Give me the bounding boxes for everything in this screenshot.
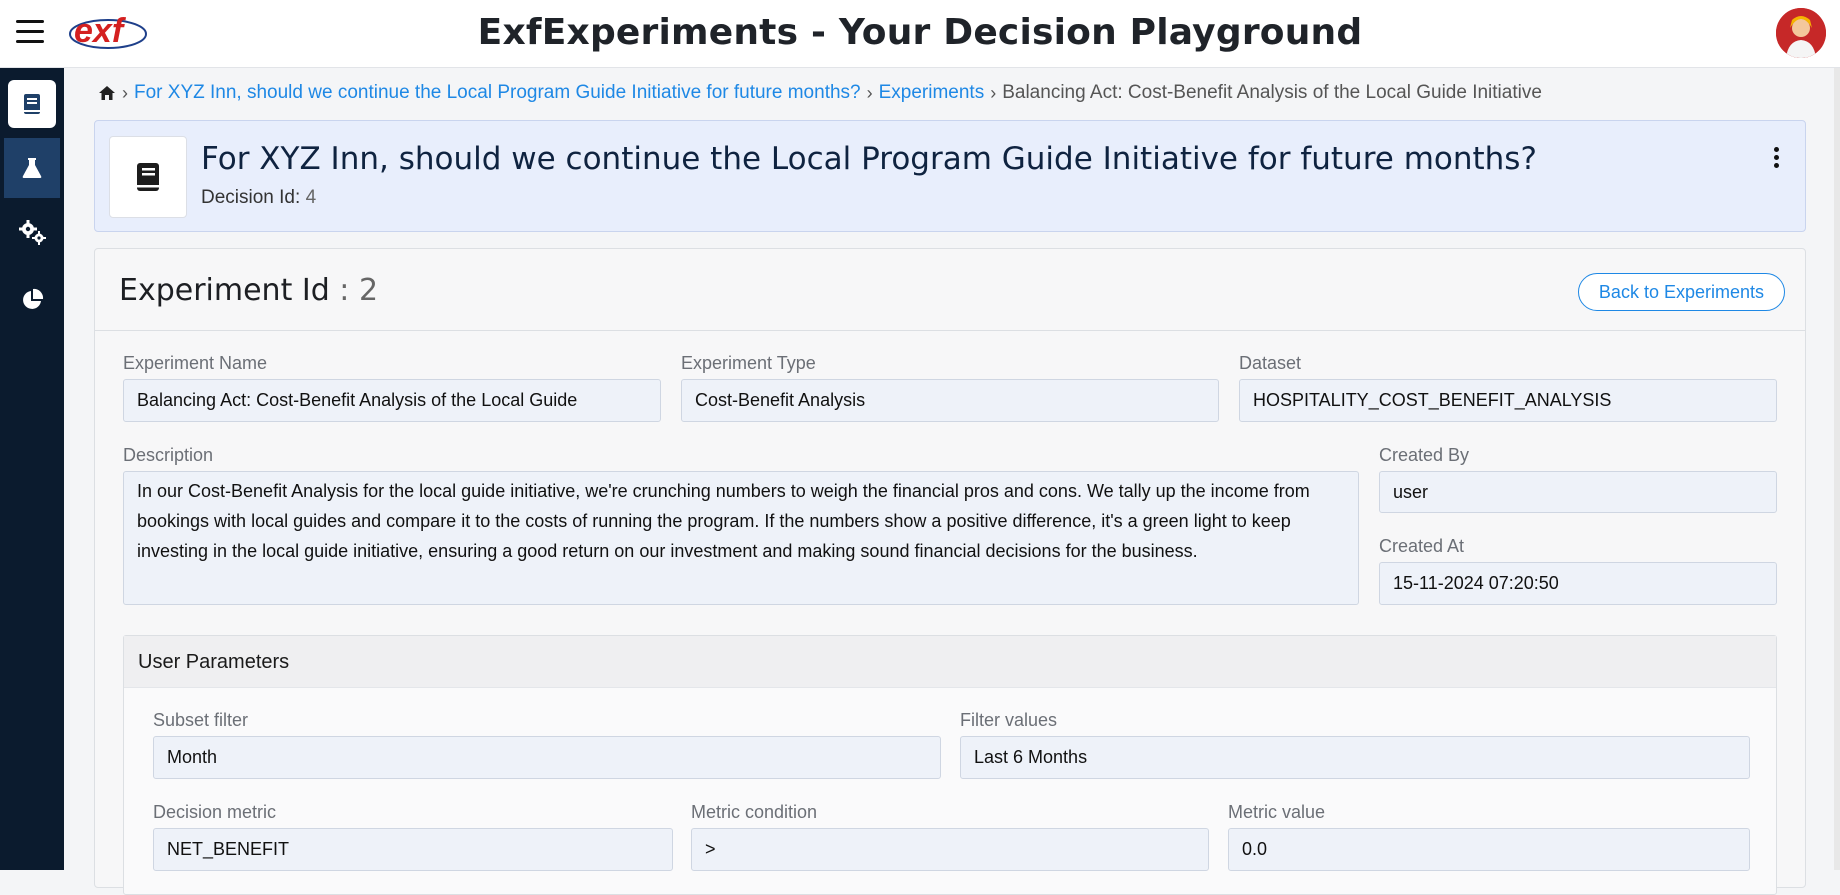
pie-chart-icon [23,288,44,309]
breadcrumb-current: Balancing Act: Cost-Benefit Analysis of … [1002,82,1542,103]
sidebar-item-analytics[interactable] [4,270,60,330]
experiment-id-value: : 2 [329,273,379,308]
metric-condition-field[interactable]: > [691,828,1209,871]
user-parameters-header: User Parameters [124,636,1776,688]
user-parameters-title: User Parameters [138,651,290,673]
experiment-card: Experiment Id : 2 Back to Experiments Ex… [94,248,1806,895]
subset-filter-label: Subset filter [153,710,249,730]
breadcrumb: › For XYZ Inn, should we continue the Lo… [98,82,1542,104]
experiment-header: Experiment Id : 2 Back to Experiments [95,249,1805,331]
sidebar [0,68,64,870]
created-by-field[interactable]: user [1379,471,1777,513]
decision-id-label: Decision Id: [201,187,301,208]
sidebar-item-decisions[interactable] [8,80,56,128]
experiment-type-field[interactable]: Cost-Benefit Analysis [681,379,1219,422]
more-options-icon[interactable] [1771,147,1781,169]
decision-metric-label: Decision metric [153,802,277,822]
metric-condition-label: Metric condition [691,802,818,822]
flask-icon [22,158,42,178]
decision-card: For XYZ Inn, should we continue the Loca… [94,120,1806,232]
sidebar-item-experiments[interactable] [4,138,60,198]
decision-metric-field[interactable]: NET_BENEFIT [153,828,673,871]
home-icon[interactable] [98,85,116,101]
filter-values-label: Filter values [960,710,1058,730]
experiment-type-label: Experiment Type [681,353,816,373]
dataset-field[interactable]: HOSPITALITY_COST_BENEFIT_ANALYSIS [1239,379,1777,422]
page-scrollbar[interactable] [1834,68,1840,870]
gears-icon [19,220,46,245]
experiment-name-label: Experiment Name [123,353,268,373]
sidebar-item-settings[interactable] [4,202,60,262]
created-by-label: Created By [1379,445,1470,465]
decision-icon-box [109,136,187,218]
book-icon [24,94,40,114]
decision-id: Decision Id: 4 [201,187,316,209]
subset-filter-field[interactable]: Month [153,736,941,779]
top-header: exf ExfExperiments - Your Decision Playg… [0,0,1840,68]
breadcrumb-decision-link[interactable]: For XYZ Inn, should we continue the Loca… [134,82,861,104]
filter-values-field[interactable]: Last 6 Months [960,736,1750,779]
back-to-experiments-button[interactable]: Back to Experiments [1577,273,1785,311]
dataset-label: Dataset [1239,353,1302,373]
decision-title: For XYZ Inn, should we continue the Loca… [201,141,1537,177]
breadcrumb-experiments-link[interactable]: Experiments [879,82,985,104]
metric-value-label: Metric value [1228,802,1326,822]
metric-value-field[interactable]: 0.0 [1228,828,1750,871]
description-label: Description [123,445,214,465]
experiment-title: Experiment Id : 2 [119,273,379,308]
book-icon [137,163,159,191]
created-at-label: Created At [1379,536,1465,556]
description-field[interactable]: In our Cost-Benefit Analysis for the loc… [123,471,1359,605]
user-parameters-panel: User Parameters Subset filter Month Filt… [123,635,1777,895]
experiment-name-field[interactable]: Balancing Act: Cost-Benefit Analysis of … [123,379,661,422]
main-content: › For XYZ Inn, should we continue the Lo… [64,68,1840,895]
app-title: ExfExperiments - Your Decision Playgroun… [477,12,1363,53]
user-avatar[interactable] [1776,8,1826,58]
decision-id-value: 4 [305,187,317,208]
created-at-field[interactable]: 15-11-2024 07:20:50 [1379,562,1777,605]
